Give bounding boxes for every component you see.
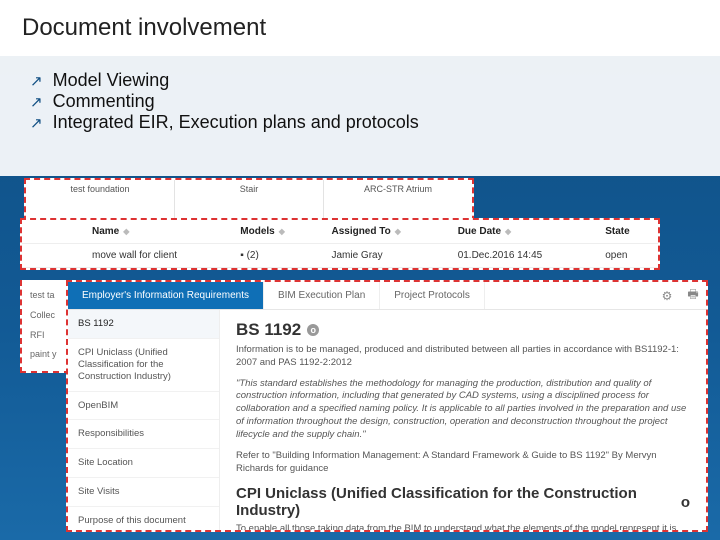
sort-icon: ◆	[395, 227, 401, 236]
table-header-row: Name◆ Models◆ Assigned To◆ Due Date◆ Sta…	[22, 220, 658, 244]
comments-panel: Name◆ Models◆ Assigned To◆ Due Date◆ Sta…	[20, 218, 660, 270]
arrow-up-right-icon: ↗	[30, 114, 43, 132]
sidebar-item[interactable]: Purpose of this document	[68, 507, 219, 530]
cell-models: ▪ (2)	[230, 244, 321, 268]
cell-name: move wall for client	[82, 244, 230, 268]
sort-icon: ◆	[123, 227, 129, 236]
eir-sidebar: BS 1192 CPI Uniclass (Unified Classifica…	[68, 310, 220, 530]
settings-icon[interactable]: ⚙	[654, 282, 680, 309]
table-row[interactable]: move wall for client ▪ (2) Jamie Gray 01…	[22, 244, 658, 268]
col-assigned[interactable]: Assigned To◆	[321, 220, 447, 244]
paragraph: Refer to "Building Information Managemen…	[236, 450, 690, 476]
info-icon[interactable]: o	[307, 324, 319, 336]
list-item[interactable]: RFI	[30, 326, 60, 346]
paragraph: "This standard establishes the methodolo…	[236, 378, 690, 442]
layers-icon: ▪	[240, 250, 244, 261]
eir-content: BS 1192o Information is to be managed, p…	[220, 310, 706, 530]
list-item[interactable]: test ta	[30, 286, 60, 306]
bullet-text: Model Viewing	[53, 70, 170, 91]
bullet-list: ↗ Model Viewing ↗ Commenting ↗ Integrate…	[0, 56, 720, 176]
bullet-item: ↗ Integrated EIR, Execution plans and pr…	[30, 112, 690, 133]
sidebar-item[interactable]: Site Location	[68, 449, 219, 478]
paragraph: Information is to be managed, produced a…	[236, 344, 690, 370]
bullet-item: ↗ Model Viewing	[30, 70, 690, 91]
col-due[interactable]: Due Date◆	[448, 220, 596, 244]
sidebar-item[interactable]: CPI Uniclass (Unified Classification for…	[68, 339, 219, 392]
cell-due: 01.Dec.2016 14:45	[448, 244, 596, 268]
bullet-text: Commenting	[53, 91, 155, 112]
bullet-item: ↗ Commenting	[30, 91, 690, 112]
arrow-up-right-icon: ↗	[30, 93, 43, 111]
bullet-text: Integrated EIR, Execution plans and prot…	[53, 112, 419, 133]
slide-title: Document involvement	[22, 14, 266, 42]
tab-eir[interactable]: Employer's Information Requirements	[68, 282, 264, 309]
cell-state: open	[595, 244, 658, 268]
sidebar-item[interactable]: BS 1192	[68, 310, 219, 339]
col-name[interactable]: Name◆	[82, 220, 230, 244]
list-item[interactable]: Collec	[30, 306, 60, 326]
title-bar: Document involvement	[0, 0, 720, 56]
tab-protocols[interactable]: Project Protocols	[380, 282, 485, 309]
col-models[interactable]: Models◆	[230, 220, 321, 244]
sort-icon: ◆	[279, 227, 285, 236]
paragraph: To enable all those taking data from the…	[236, 523, 690, 530]
col-state[interactable]: State	[595, 220, 658, 244]
eir-panel: Employer's Information Requirements BIM …	[66, 280, 708, 532]
sort-icon: ◆	[505, 227, 511, 236]
section-heading: CPI Uniclass (Unified Classification for…	[236, 485, 690, 519]
comments-table: Name◆ Models◆ Assigned To◆ Due Date◆ Sta…	[22, 220, 658, 268]
print-icon[interactable]: 🖶	[680, 282, 706, 309]
arrow-up-right-icon: ↗	[30, 72, 43, 90]
tab-bep[interactable]: BIM Execution Plan	[264, 282, 380, 309]
cell-assigned: Jamie Gray	[321, 244, 447, 268]
sidebar-item[interactable]: OpenBIM	[68, 392, 219, 421]
sidebar-item[interactable]: Site Visits	[68, 478, 219, 507]
info-icon[interactable]: o	[681, 494, 690, 511]
sidebar-item[interactable]: Responsibilities	[68, 420, 219, 449]
list-item[interactable]: paint y	[30, 345, 60, 365]
section-heading: BS 1192o	[236, 320, 690, 340]
comments-side-list: test ta Collec RFI paint y	[20, 280, 70, 373]
eir-tabs: Employer's Information Requirements BIM …	[68, 282, 706, 310]
